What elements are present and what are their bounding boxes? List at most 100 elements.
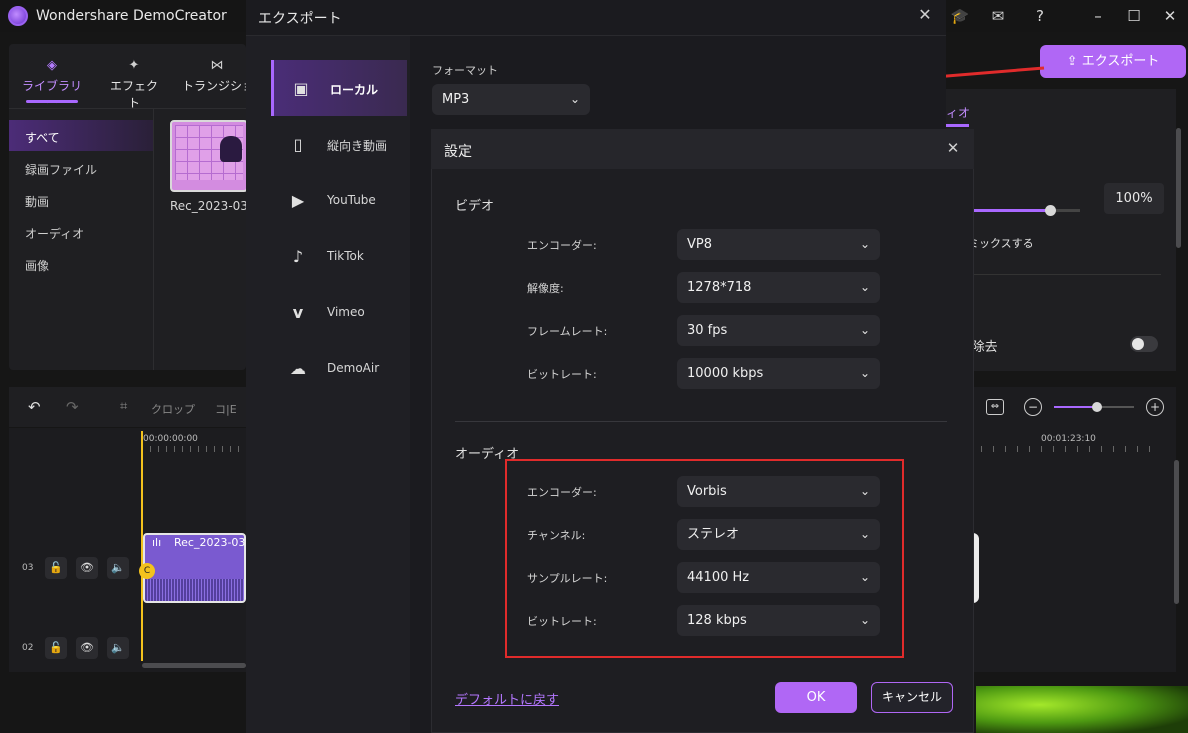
undo-icon[interactable]: ↶ xyxy=(28,398,41,416)
export-target-youtube[interactable]: ▶ YouTube xyxy=(271,172,407,228)
clip-handle-icon[interactable]: C xyxy=(139,563,155,579)
preview-photo xyxy=(976,686,1188,733)
tab-effects[interactable]: ✦ エフェクト xyxy=(106,58,162,111)
resolution-value: 1278*718 xyxy=(687,280,752,295)
chevron-down-icon: ⌄ xyxy=(859,237,870,251)
settings-dialog-title: 設定 xyxy=(444,144,472,160)
zoom-in-icon[interactable]: + xyxy=(1146,398,1164,416)
format-label: フォーマット xyxy=(432,64,498,77)
divider xyxy=(9,108,246,109)
crop-icon[interactable]: ⌗ xyxy=(120,399,127,414)
sparkle-icon: ✦ xyxy=(128,58,140,73)
track-mute-icon[interactable]: 🔈 xyxy=(107,637,129,659)
category-video[interactable]: 動画 xyxy=(25,193,49,210)
help-icon[interactable]: ? xyxy=(1030,6,1050,26)
ok-button[interactable]: OK xyxy=(775,682,857,713)
timeline-scrollbar[interactable] xyxy=(1174,460,1179,604)
export-target-label: 縦向き動画 xyxy=(327,139,388,153)
volume-slider-track xyxy=(1056,209,1080,212)
export-target-demoair[interactable]: ☁ DemoAir xyxy=(271,340,407,396)
youtube-icon: ▶ xyxy=(291,191,305,210)
export-target-vertical[interactable]: ▯ 縦向き動画 xyxy=(271,116,407,172)
close-icon[interactable]: ✕ xyxy=(915,5,935,25)
video-section-title: ビデオ xyxy=(455,199,495,214)
volume-slider-handle[interactable] xyxy=(1045,205,1056,216)
crop-label[interactable]: クロップ xyxy=(151,401,195,417)
close-icon[interactable]: ✕ xyxy=(943,138,963,158)
zoom-out-icon[interactable]: − xyxy=(1024,398,1042,416)
maximize-button[interactable]: ☐ xyxy=(1124,6,1144,26)
tab-transitions[interactable]: ⋈ トランジション xyxy=(182,58,252,94)
chevron-down-icon: ⌄ xyxy=(569,92,580,106)
track-mute-icon[interactable]: 🔈 xyxy=(107,557,129,579)
thumbnail-character xyxy=(220,136,242,162)
track-visibility-icon[interactable]: 👁 xyxy=(76,557,98,579)
media-name: Rec_2023-03 xyxy=(170,199,248,213)
export-target-tiktok[interactable]: ♪ TikTok xyxy=(271,228,407,284)
ruler-ticks xyxy=(142,446,246,452)
category-all[interactable]: すべて xyxy=(25,129,60,146)
cancel-button[interactable]: キャンセル xyxy=(871,682,953,713)
export-icon: ⇪ xyxy=(1066,54,1078,69)
active-tab-indicator xyxy=(945,124,969,127)
format-value: MP3 xyxy=(442,92,470,107)
track-visibility-icon[interactable]: 👁 xyxy=(76,637,98,659)
chevron-down-icon: ⌄ xyxy=(859,366,870,380)
properties-panel xyxy=(945,89,1176,371)
cloud-upload-icon: ☁ xyxy=(290,359,306,378)
tiktok-icon: ♪ xyxy=(292,247,304,266)
export-label: エクスポート xyxy=(1081,54,1160,69)
video-encoder-select[interactable]: VP8 ⌄ xyxy=(677,229,880,260)
export-target-vimeo[interactable]: v Vimeo xyxy=(271,284,407,340)
export-target-label: ローカル xyxy=(330,83,379,97)
graduation-cap-icon[interactable]: 🎓 xyxy=(950,6,970,26)
frame-rate-select[interactable]: 30 fps ⌄ xyxy=(677,315,880,346)
bowtie-icon: ⋈ xyxy=(210,58,224,73)
track-lock-icon[interactable]: 🔓 xyxy=(45,557,67,579)
minimize-button[interactable]: – xyxy=(1088,6,1108,26)
resolution-select[interactable]: 1278*718 ⌄ xyxy=(677,272,880,303)
format-select[interactable]: MP3 ⌄ xyxy=(432,84,590,115)
export-target-label: DemoAir xyxy=(327,361,380,375)
volume-value[interactable]: 100% xyxy=(1104,183,1164,214)
frame-rate-label: フレームレート: xyxy=(527,325,608,338)
local-disk-icon: ▣ xyxy=(293,79,309,98)
track-lock-icon[interactable]: 🔓 xyxy=(45,637,67,659)
resolution-label: 解像度: xyxy=(527,282,564,295)
export-target-label: Vimeo xyxy=(327,305,365,319)
video-bitrate-select[interactable]: 10000 kbps ⌄ xyxy=(677,358,880,389)
properties-scrollbar[interactable] xyxy=(1176,128,1181,248)
export-button[interactable]: ⇪ エクスポート xyxy=(1040,45,1186,78)
track-number: 02 xyxy=(22,643,34,653)
tab-effects-label: エフェクト xyxy=(109,79,158,110)
export-target-label: YouTube xyxy=(327,193,376,207)
export-target-label: TikTok xyxy=(327,249,364,263)
chevron-down-icon: ⌄ xyxy=(859,323,870,337)
restore-defaults-link[interactable]: デフォルトに戻す xyxy=(455,689,559,708)
copy-label[interactable]: コ|E xyxy=(215,401,237,417)
phone-icon: ▯ xyxy=(293,135,303,154)
category-audio[interactable]: オーディオ xyxy=(25,225,84,242)
timeline-area-right xyxy=(945,387,1176,672)
ruler-ticks xyxy=(945,446,1161,452)
category-recordings[interactable]: 録画ファイル xyxy=(25,161,97,178)
timeline-scrollbar[interactable] xyxy=(142,663,246,668)
export-target-local[interactable]: ▣ ローカル xyxy=(271,60,407,116)
properties-tab-label[interactable]: ィオ xyxy=(946,104,970,121)
annotation-highlight-box xyxy=(505,459,904,658)
media-thumbnail[interactable] xyxy=(170,120,248,192)
layers-icon: ◈ xyxy=(47,58,57,73)
mail-icon[interactable]: ✉ xyxy=(988,6,1008,26)
close-window-button[interactable]: ✕ xyxy=(1160,6,1180,26)
app-title: Wondershare DemoCreator xyxy=(36,8,227,24)
democreator-logo-icon xyxy=(8,6,28,26)
category-images[interactable]: 画像 xyxy=(25,257,49,274)
video-bitrate-label: ビットレート: xyxy=(527,368,597,381)
divider xyxy=(455,421,947,422)
fit-timeline-icon[interactable]: ⇔ xyxy=(986,399,1004,415)
redo-icon[interactable]: ↷ xyxy=(66,398,79,416)
video-bitrate-value: 10000 kbps xyxy=(687,366,764,381)
tab-library[interactable]: ◈ ライブラリー xyxy=(22,58,82,111)
export-dialog-title: エクスポート xyxy=(258,11,342,27)
zoom-slider-handle[interactable] xyxy=(1092,402,1102,412)
